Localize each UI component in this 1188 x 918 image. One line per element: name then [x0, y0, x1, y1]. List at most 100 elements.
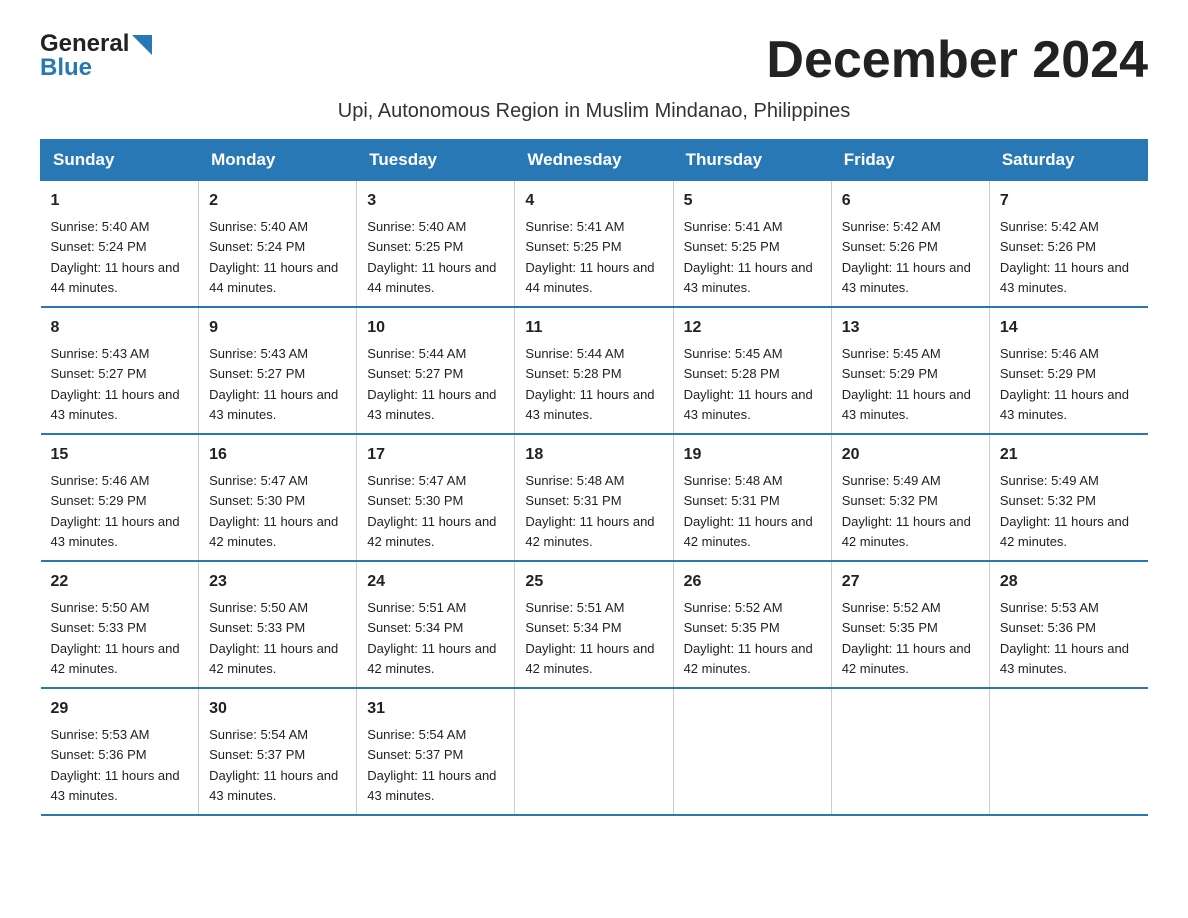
calendar-cell: 31 Sunrise: 5:54 AMSunset: 5:37 PMDayligh… [357, 688, 515, 815]
day-number: 5 [684, 189, 821, 213]
calendar-week-row: 15 Sunrise: 5:46 AMSunset: 5:29 PMDayligh… [41, 434, 1148, 561]
day-number: 4 [525, 189, 662, 213]
day-number: 7 [1000, 189, 1138, 213]
calendar-cell: 4 Sunrise: 5:41 AMSunset: 5:25 PMDaylight… [515, 181, 673, 308]
day-info: Sunrise: 5:46 AMSunset: 5:29 PMDaylight:… [51, 473, 180, 549]
day-number: 1 [51, 189, 189, 213]
calendar-cell: 28 Sunrise: 5:53 AMSunset: 5:36 PMDayligh… [989, 561, 1147, 688]
day-info: Sunrise: 5:53 AMSunset: 5:36 PMDaylight:… [1000, 600, 1129, 676]
calendar-cell: 5 Sunrise: 5:41 AMSunset: 5:25 PMDaylight… [673, 181, 831, 308]
calendar-header-monday: Monday [199, 140, 357, 181]
calendar-cell: 21 Sunrise: 5:49 AMSunset: 5:32 PMDayligh… [989, 434, 1147, 561]
calendar-cell: 10 Sunrise: 5:44 AMSunset: 5:27 PMDayligh… [357, 307, 515, 434]
day-info: Sunrise: 5:43 AMSunset: 5:27 PMDaylight:… [209, 346, 338, 422]
calendar-cell: 14 Sunrise: 5:46 AMSunset: 5:29 PMDayligh… [989, 307, 1147, 434]
day-info: Sunrise: 5:43 AMSunset: 5:27 PMDaylight:… [51, 346, 180, 422]
calendar-cell: 2 Sunrise: 5:40 AMSunset: 5:24 PMDaylight… [199, 181, 357, 308]
calendar-cell: 11Sunrise: 5:44 AMSunset: 5:28 PMDayligh… [515, 307, 673, 434]
day-number: 8 [51, 316, 189, 340]
day-info: Sunrise: 5:44 AMSunset: 5:27 PMDaylight:… [367, 346, 496, 422]
day-number: 19 [684, 443, 821, 467]
calendar-cell: 9 Sunrise: 5:43 AMSunset: 5:27 PMDaylight… [199, 307, 357, 434]
calendar-cell: 26Sunrise: 5:52 AMSunset: 5:35 PMDayligh… [673, 561, 831, 688]
day-number: 2 [209, 189, 346, 213]
month-title: December 2024 [766, 30, 1148, 90]
calendar-cell: 16 Sunrise: 5:47 AMSunset: 5:30 PMDayligh… [199, 434, 357, 561]
day-info: Sunrise: 5:40 AMSunset: 5:24 PMDaylight:… [51, 219, 180, 295]
calendar-cell: 18Sunrise: 5:48 AMSunset: 5:31 PMDayligh… [515, 434, 673, 561]
calendar-header-thursday: Thursday [673, 140, 831, 181]
calendar-cell: 17 Sunrise: 5:47 AMSunset: 5:30 PMDayligh… [357, 434, 515, 561]
calendar-cell: 27 Sunrise: 5:52 AMSunset: 5:35 PMDayligh… [831, 561, 989, 688]
day-info: Sunrise: 5:51 AMSunset: 5:34 PMDaylight:… [525, 600, 654, 676]
day-info: Sunrise: 5:40 AMSunset: 5:25 PMDaylight:… [367, 219, 496, 295]
day-info: Sunrise: 5:45 AMSunset: 5:29 PMDaylight:… [842, 346, 971, 422]
day-info: Sunrise: 5:40 AMSunset: 5:24 PMDaylight:… [209, 219, 338, 295]
day-info: Sunrise: 5:50 AMSunset: 5:33 PMDaylight:… [209, 600, 338, 676]
day-info: Sunrise: 5:53 AMSunset: 5:36 PMDaylight:… [51, 727, 180, 803]
day-info: Sunrise: 5:48 AMSunset: 5:31 PMDaylight:… [684, 473, 813, 549]
calendar-cell: 30 Sunrise: 5:54 AMSunset: 5:37 PMDayligh… [199, 688, 357, 815]
day-info: Sunrise: 5:49 AMSunset: 5:32 PMDaylight:… [1000, 473, 1129, 549]
calendar-header-saturday: Saturday [989, 140, 1147, 181]
calendar-header-wednesday: Wednesday [515, 140, 673, 181]
day-info: Sunrise: 5:41 AMSunset: 5:25 PMDaylight:… [525, 219, 654, 295]
day-number: 23 [209, 570, 346, 594]
calendar-week-row: 1 Sunrise: 5:40 AMSunset: 5:24 PMDaylight… [41, 181, 1148, 308]
day-info: Sunrise: 5:49 AMSunset: 5:32 PMDaylight:… [842, 473, 971, 549]
day-number: 13 [842, 316, 979, 340]
subtitle: Upi, Autonomous Region in Muslim Mindana… [40, 100, 1148, 123]
logo-triangle-icon [132, 35, 152, 55]
day-number: 10 [367, 316, 504, 340]
calendar-cell: 22Sunrise: 5:50 AMSunset: 5:33 PMDayligh… [41, 561, 199, 688]
calendar-table: SundayMondayTuesdayWednesdayThursdayFrid… [40, 139, 1148, 816]
day-info: Sunrise: 5:42 AMSunset: 5:26 PMDaylight:… [842, 219, 971, 295]
calendar-week-row: 29Sunrise: 5:53 AMSunset: 5:36 PMDayligh… [41, 688, 1148, 815]
day-number: 30 [209, 697, 346, 721]
day-number: 28 [1000, 570, 1138, 594]
day-number: 12 [684, 316, 821, 340]
day-info: Sunrise: 5:47 AMSunset: 5:30 PMDaylight:… [367, 473, 496, 549]
calendar-cell: 3 Sunrise: 5:40 AMSunset: 5:25 PMDaylight… [357, 181, 515, 308]
calendar-cell [673, 688, 831, 815]
day-number: 17 [367, 443, 504, 467]
day-number: 14 [1000, 316, 1138, 340]
calendar-header-tuesday: Tuesday [357, 140, 515, 181]
day-info: Sunrise: 5:52 AMSunset: 5:35 PMDaylight:… [684, 600, 813, 676]
calendar-cell [515, 688, 673, 815]
calendar-week-row: 22Sunrise: 5:50 AMSunset: 5:33 PMDayligh… [41, 561, 1148, 688]
calendar-cell: 15 Sunrise: 5:46 AMSunset: 5:29 PMDayligh… [41, 434, 199, 561]
day-number: 9 [209, 316, 346, 340]
day-info: Sunrise: 5:45 AMSunset: 5:28 PMDaylight:… [684, 346, 813, 422]
day-info: Sunrise: 5:41 AMSunset: 5:25 PMDaylight:… [684, 219, 813, 295]
day-number: 6 [842, 189, 979, 213]
day-number: 21 [1000, 443, 1138, 467]
calendar-cell [831, 688, 989, 815]
calendar-week-row: 8 Sunrise: 5:43 AMSunset: 5:27 PMDaylight… [41, 307, 1148, 434]
calendar-cell: 13 Sunrise: 5:45 AMSunset: 5:29 PMDayligh… [831, 307, 989, 434]
day-number: 31 [367, 697, 504, 721]
calendar-cell [989, 688, 1147, 815]
day-info: Sunrise: 5:51 AMSunset: 5:34 PMDaylight:… [367, 600, 496, 676]
calendar-header-row: SundayMondayTuesdayWednesdayThursdayFrid… [41, 140, 1148, 181]
calendar-cell: 7Sunrise: 5:42 AMSunset: 5:26 PMDaylight… [989, 181, 1147, 308]
day-info: Sunrise: 5:46 AMSunset: 5:29 PMDaylight:… [1000, 346, 1129, 422]
day-info: Sunrise: 5:54 AMSunset: 5:37 PMDaylight:… [367, 727, 496, 803]
day-number: 27 [842, 570, 979, 594]
day-number: 3 [367, 189, 504, 213]
day-number: 15 [51, 443, 189, 467]
day-info: Sunrise: 5:50 AMSunset: 5:33 PMDaylight:… [51, 600, 180, 676]
calendar-header-friday: Friday [831, 140, 989, 181]
day-info: Sunrise: 5:52 AMSunset: 5:35 PMDaylight:… [842, 600, 971, 676]
day-number: 20 [842, 443, 979, 467]
day-number: 16 [209, 443, 346, 467]
day-info: Sunrise: 5:48 AMSunset: 5:31 PMDaylight:… [525, 473, 654, 549]
day-info: Sunrise: 5:47 AMSunset: 5:30 PMDaylight:… [209, 473, 338, 549]
day-info: Sunrise: 5:54 AMSunset: 5:37 PMDaylight:… [209, 727, 338, 803]
calendar-header-sunday: Sunday [41, 140, 199, 181]
calendar-cell: 23 Sunrise: 5:50 AMSunset: 5:33 PMDayligh… [199, 561, 357, 688]
calendar-cell: 19 Sunrise: 5:48 AMSunset: 5:31 PMDayligh… [673, 434, 831, 561]
calendar-cell: 20 Sunrise: 5:49 AMSunset: 5:32 PMDayligh… [831, 434, 989, 561]
day-number: 25 [525, 570, 662, 594]
calendar-cell: 25 Sunrise: 5:51 AMSunset: 5:34 PMDayligh… [515, 561, 673, 688]
